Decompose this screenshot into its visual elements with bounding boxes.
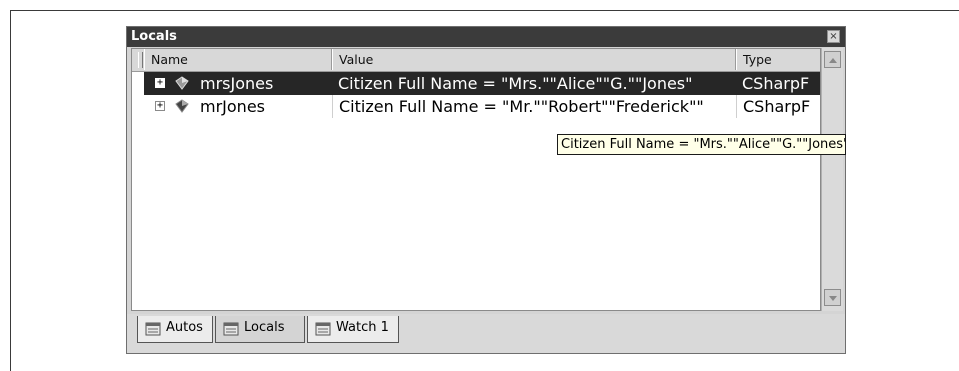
table-row[interactable]: + mrsJones Citizen Full Name = "Mrs.""Al…: [132, 72, 820, 95]
expand-icon[interactable]: +: [155, 101, 165, 111]
value-cell[interactable]: Citizen Full Name = "Mrs.""Alice""G.""Jo…: [332, 72, 736, 95]
page-border-top: [10, 10, 959, 11]
scroll-up-button[interactable]: [824, 51, 841, 68]
chevron-up-icon: [829, 58, 837, 63]
value-tooltip: Citizen Full Name = "Mrs.""Alice""G.""Jo…: [557, 134, 846, 155]
type-cell: CSharpF: [736, 72, 820, 95]
autos-window-icon: [145, 322, 161, 336]
tab-label: Locals: [244, 320, 285, 335]
locals-grid: Name Value Type + mrsJones Citizen Full …: [131, 48, 821, 311]
locals-window-icon: [223, 322, 239, 336]
window-title: Locals: [131, 29, 177, 44]
chevron-down-icon: [829, 296, 837, 301]
close-button[interactable]: ×: [827, 30, 840, 43]
object-icon: [175, 99, 189, 113]
tab-locals[interactable]: Locals: [215, 316, 305, 343]
locals-window: Locals × Name Value Type + mrsJones Citi…: [126, 26, 846, 354]
column-header-name[interactable]: Name: [144, 49, 332, 70]
tab-label: Autos: [166, 320, 203, 335]
tab-label: Watch 1: [336, 320, 389, 335]
watch-window-icon: [315, 322, 331, 336]
column-header-type[interactable]: Type: [736, 49, 820, 70]
tab-watch-1[interactable]: Watch 1: [307, 316, 399, 343]
close-icon: ×: [829, 31, 838, 42]
variable-name: mrJones: [200, 97, 265, 116]
expand-icon[interactable]: +: [155, 78, 165, 88]
value-cell[interactable]: Citizen Full Name = "Mr.""Robert""Freder…: [333, 95, 736, 118]
page-border-left: [10, 10, 11, 371]
vertical-scrollbar[interactable]: [821, 48, 843, 311]
column-header-value[interactable]: Value: [332, 49, 736, 70]
variable-name: mrsJones: [200, 74, 274, 93]
object-icon: [175, 76, 189, 90]
header-grip-icon: [138, 52, 143, 68]
scroll-down-button[interactable]: [824, 289, 841, 306]
name-cell: + mrJones: [144, 95, 332, 118]
name-cell: + mrsJones: [144, 72, 332, 95]
tab-strip: Autos Locals Watch 1: [127, 314, 845, 353]
title-bar[interactable]: Locals ×: [127, 27, 845, 47]
column-header-row: Name Value Type: [132, 49, 820, 72]
tab-autos[interactable]: Autos: [137, 316, 213, 343]
type-cell: CSharpF: [743, 97, 811, 116]
table-row[interactable]: + mrJones Citizen Full Name = "Mr.""Robe…: [132, 95, 820, 118]
